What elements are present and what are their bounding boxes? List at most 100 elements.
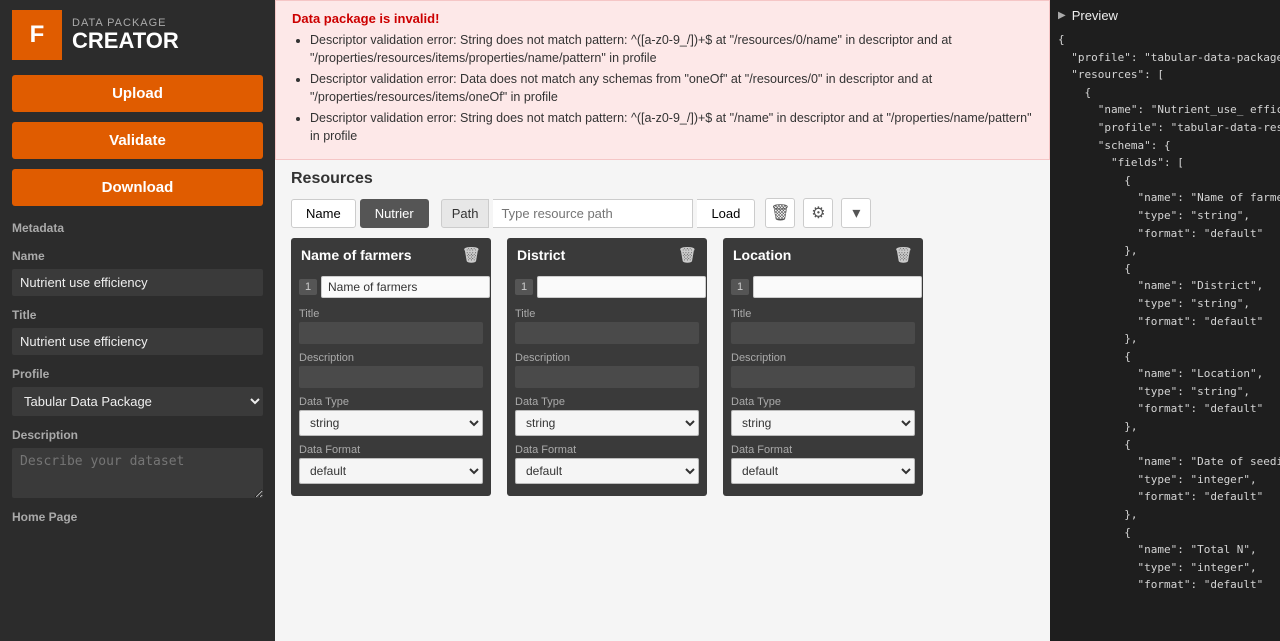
field-name-label: Location <box>733 247 791 263</box>
code-line: }, <box>1058 330 1272 348</box>
row-number: 1 <box>731 279 749 295</box>
code-line: "type": "integer", <box>1058 559 1272 577</box>
code-line: "profile": "tabular-data-package", <box>1058 49 1272 67</box>
code-line: { <box>1058 84 1272 102</box>
code-line: { <box>1058 348 1272 366</box>
title-input[interactable] <box>12 328 263 355</box>
code-line: "format": "default" <box>1058 225 1272 243</box>
code-line: "type": "integer", <box>1058 471 1272 489</box>
field-card-header: Name of farmers 🗑 <box>291 238 491 272</box>
error-item: Descriptor validation error: String does… <box>310 110 1033 145</box>
name-input[interactable] <box>12 269 263 296</box>
field-card-header: Location 🗑 <box>723 238 923 272</box>
resource-tabs: Name Nutrier Path Load 🗑 ⚙ ▾ <box>291 198 1034 228</box>
delete-field-icon[interactable]: 🗑 <box>678 246 697 264</box>
code-line: { <box>1058 31 1272 49</box>
description-textarea[interactable] <box>12 448 263 498</box>
preview-chevron-icon: ▶ <box>1058 10 1066 21</box>
field-cards: Name of farmers 🗑 1 Title Description Da… <box>291 238 1034 496</box>
title-value <box>731 322 915 344</box>
upload-button[interactable]: Upload <box>12 75 263 112</box>
settings-icon[interactable]: ⚙ <box>803 198 833 228</box>
description-label: Description <box>507 346 707 366</box>
row-number: 1 <box>299 279 317 295</box>
code-line: }, <box>1058 242 1272 260</box>
code-line: "profile": "tabular-data-resou <box>1058 119 1272 137</box>
delete-field-icon[interactable]: 🗑 <box>894 246 913 264</box>
error-title: Data package is invalid! <box>292 11 1033 26</box>
field-card: Location 🗑 1 Title Description Data Type… <box>723 238 923 496</box>
title-label: Title <box>723 302 923 322</box>
code-line: "format": "default" <box>1058 400 1272 418</box>
main-content: Data package is invalid! Descriptor vali… <box>275 0 1050 641</box>
row-value-input[interactable] <box>321 276 490 298</box>
data-format-label: Data Format <box>723 438 923 458</box>
data-type-label: Data Type <box>723 390 923 410</box>
sidebar: F DATA PACKAGE CREATOR Upload Validate D… <box>0 0 275 641</box>
data-type-select[interactable]: string <box>731 410 915 436</box>
data-type-label: Data Type <box>507 390 707 410</box>
data-format-label: Data Format <box>507 438 707 458</box>
description-label: Description <box>0 418 275 446</box>
code-line: "type": "string", <box>1058 295 1272 313</box>
field-row-input: 1 <box>291 272 491 302</box>
chevron-down-icon[interactable]: ▾ <box>841 198 871 228</box>
delete-resource-icon[interactable]: 🗑 <box>765 198 795 228</box>
title-value <box>299 322 483 344</box>
profile-select[interactable]: Tabular Data Package <box>12 387 263 416</box>
code-line: "fields": [ <box>1058 154 1272 172</box>
data-type-select[interactable]: string <box>299 410 483 436</box>
app-logo: F <box>12 10 62 60</box>
tab-name[interactable]: Name <box>291 199 356 228</box>
description-value <box>731 366 915 388</box>
path-label: Path <box>441 199 490 228</box>
field-card: Name of farmers 🗑 1 Title Description Da… <box>291 238 491 496</box>
code-line: "name": "Nutrient_use_ efficien <box>1058 101 1272 119</box>
field-row-input: 1 <box>507 272 707 302</box>
code-line: }, <box>1058 418 1272 436</box>
download-button[interactable]: Download <box>12 169 263 206</box>
delete-field-icon[interactable]: 🗑 <box>462 246 481 264</box>
code-line: "schema": { <box>1058 137 1272 155</box>
data-format-select[interactable]: default <box>515 458 699 484</box>
field-name-label: Name of farmers <box>301 247 412 263</box>
homepage-label: Home Page <box>0 500 275 528</box>
description-value <box>299 366 483 388</box>
metadata-section-label: Metadata <box>0 211 275 239</box>
preview-title: Preview <box>1072 8 1118 23</box>
error-banner: Data package is invalid! Descriptor vali… <box>275 0 1050 160</box>
code-line: }, <box>1058 506 1272 524</box>
code-line: "format": "default" <box>1058 576 1272 594</box>
data-format-select[interactable]: default <box>731 458 915 484</box>
code-line: "name": "Date of seeding <box>1058 453 1272 471</box>
path-input[interactable] <box>493 199 693 228</box>
data-format-select[interactable]: default <box>299 458 483 484</box>
resources-title: Resources <box>291 170 1034 188</box>
code-line: { <box>1058 172 1272 190</box>
name-label: Name <box>0 239 275 267</box>
tab-nutrier[interactable]: Nutrier <box>360 199 429 228</box>
sidebar-header: F DATA PACKAGE CREATOR <box>0 0 275 70</box>
row-number: 1 <box>515 279 533 295</box>
preview-code: { "profile": "tabular-data-package", "re… <box>1058 31 1272 594</box>
app-title: CREATOR <box>72 29 179 53</box>
validate-button[interactable]: Validate <box>12 122 263 159</box>
error-item: Descriptor validation error: String does… <box>310 32 1033 67</box>
code-line: "resources": [ <box>1058 66 1272 84</box>
title-label: Title <box>507 302 707 322</box>
code-line: "type": "string", <box>1058 383 1272 401</box>
row-value-input[interactable] <box>753 276 922 298</box>
row-value-input[interactable] <box>537 276 706 298</box>
profile-label: Profile <box>0 357 275 385</box>
code-line: "name": "Name of farmers <box>1058 189 1272 207</box>
description-label: Description <box>723 346 923 366</box>
code-line: "name": "Total N", <box>1058 541 1272 559</box>
data-type-select[interactable]: string <box>515 410 699 436</box>
code-line: { <box>1058 436 1272 454</box>
error-list: Descriptor validation error: String does… <box>292 32 1033 145</box>
load-button[interactable]: Load <box>697 199 755 228</box>
code-line: { <box>1058 524 1272 542</box>
title-label: Title <box>291 302 491 322</box>
resources-area: Resources Name Nutrier Path Load 🗑 ⚙ ▾ N… <box>275 160 1050 641</box>
description-label: Description <box>291 346 491 366</box>
